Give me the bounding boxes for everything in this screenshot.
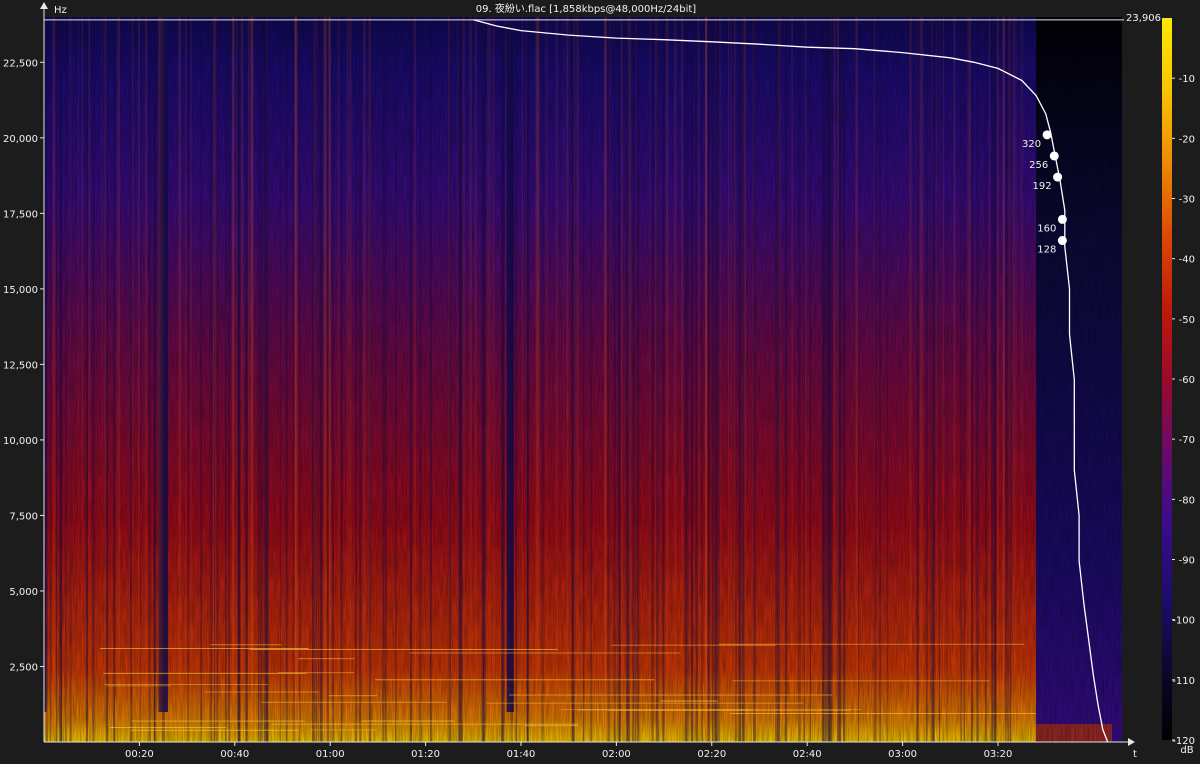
bitrate-marker-label: 256 xyxy=(1029,160,1048,171)
y-tick-label: 12,500 xyxy=(3,360,38,371)
bitrate-marker-dot xyxy=(1053,172,1063,182)
colorbar-tick-label: -90 xyxy=(1179,556,1195,567)
colorbar: -10-20-30-40-50-60-70-80-90-100-110-120 xyxy=(1162,18,1195,747)
spectrogram-chart: 320 256 192 160 128 00:20 00:40 01:00 01:20 01:4… xyxy=(3,2,1195,760)
colorbar-unit-label: dB xyxy=(1180,745,1193,756)
spectrogram-plot-area xyxy=(44,17,1122,742)
x-tick-label: 01:00 xyxy=(316,749,345,760)
y-tick-label: 7,500 xyxy=(9,511,38,522)
x-tick-label: 02:20 xyxy=(697,749,726,760)
x-axis-arrow xyxy=(1128,738,1135,746)
bitrate-marker-label: 128 xyxy=(1037,245,1056,256)
spectrogram-view: 320 256 192 160 128 00:20 00:40 01:00 01:20 01:4… xyxy=(0,0,1200,760)
colorbar-tick-label: -20 xyxy=(1179,134,1195,145)
y-tick-label: 2,500 xyxy=(9,662,38,673)
x-tick-label: 01:40 xyxy=(507,749,536,760)
y-axis-arrow xyxy=(40,2,48,9)
x-tick-label: 02:00 xyxy=(602,749,631,760)
x-tick-label: 00:20 xyxy=(125,749,154,760)
x-axis-label: t xyxy=(1133,749,1137,760)
y-tick-label: 17,500 xyxy=(3,209,38,220)
colorbar-tick-label: -80 xyxy=(1179,495,1195,506)
colorbar-tick-label: -60 xyxy=(1179,375,1195,386)
bitrate-marker-dot xyxy=(1049,151,1059,161)
y-axis-label: Hz xyxy=(54,5,67,16)
colorbar-tick-label: -30 xyxy=(1179,195,1195,206)
y-tick-label: 22,500 xyxy=(3,58,38,69)
bitrate-marker-label: 192 xyxy=(1033,181,1052,192)
colorbar-tick-label: -50 xyxy=(1179,315,1195,326)
chart-title: 09. 夜紛い.flac [1,858kbps@48,000Hz/24bit] xyxy=(476,2,696,15)
colorbar-tick-label: -40 xyxy=(1179,255,1195,266)
colorbar-tick-label: -70 xyxy=(1179,435,1195,446)
y-tick-label: 20,000 xyxy=(3,134,38,145)
y-tick-label: 15,000 xyxy=(3,285,38,296)
colorbar-gradient xyxy=(1162,18,1172,740)
bitrate-marker-dot xyxy=(1042,130,1052,140)
y-tick-label: 10,000 xyxy=(3,436,38,447)
x-tick-label: 00:40 xyxy=(220,749,249,760)
colorbar-tick-label: -100 xyxy=(1172,616,1195,627)
y-tick-label: 5,000 xyxy=(9,587,38,598)
x-tick-label: 03:20 xyxy=(984,749,1013,760)
x-tick-label: 03:00 xyxy=(888,749,917,760)
colorbar-tick-label: -110 xyxy=(1172,676,1195,687)
bitrate-marker-dot xyxy=(1057,236,1067,246)
bitrate-marker-label: 320 xyxy=(1022,139,1041,150)
bitrate-marker-dot xyxy=(1057,214,1067,224)
colorbar-tick-label: -10 xyxy=(1179,74,1195,85)
bitrate-marker-label: 160 xyxy=(1037,223,1056,234)
max-frequency-label: 23,906 xyxy=(1126,13,1161,24)
x-tick-label: 02:40 xyxy=(793,749,822,760)
x-tick-label: 01:20 xyxy=(411,749,440,760)
